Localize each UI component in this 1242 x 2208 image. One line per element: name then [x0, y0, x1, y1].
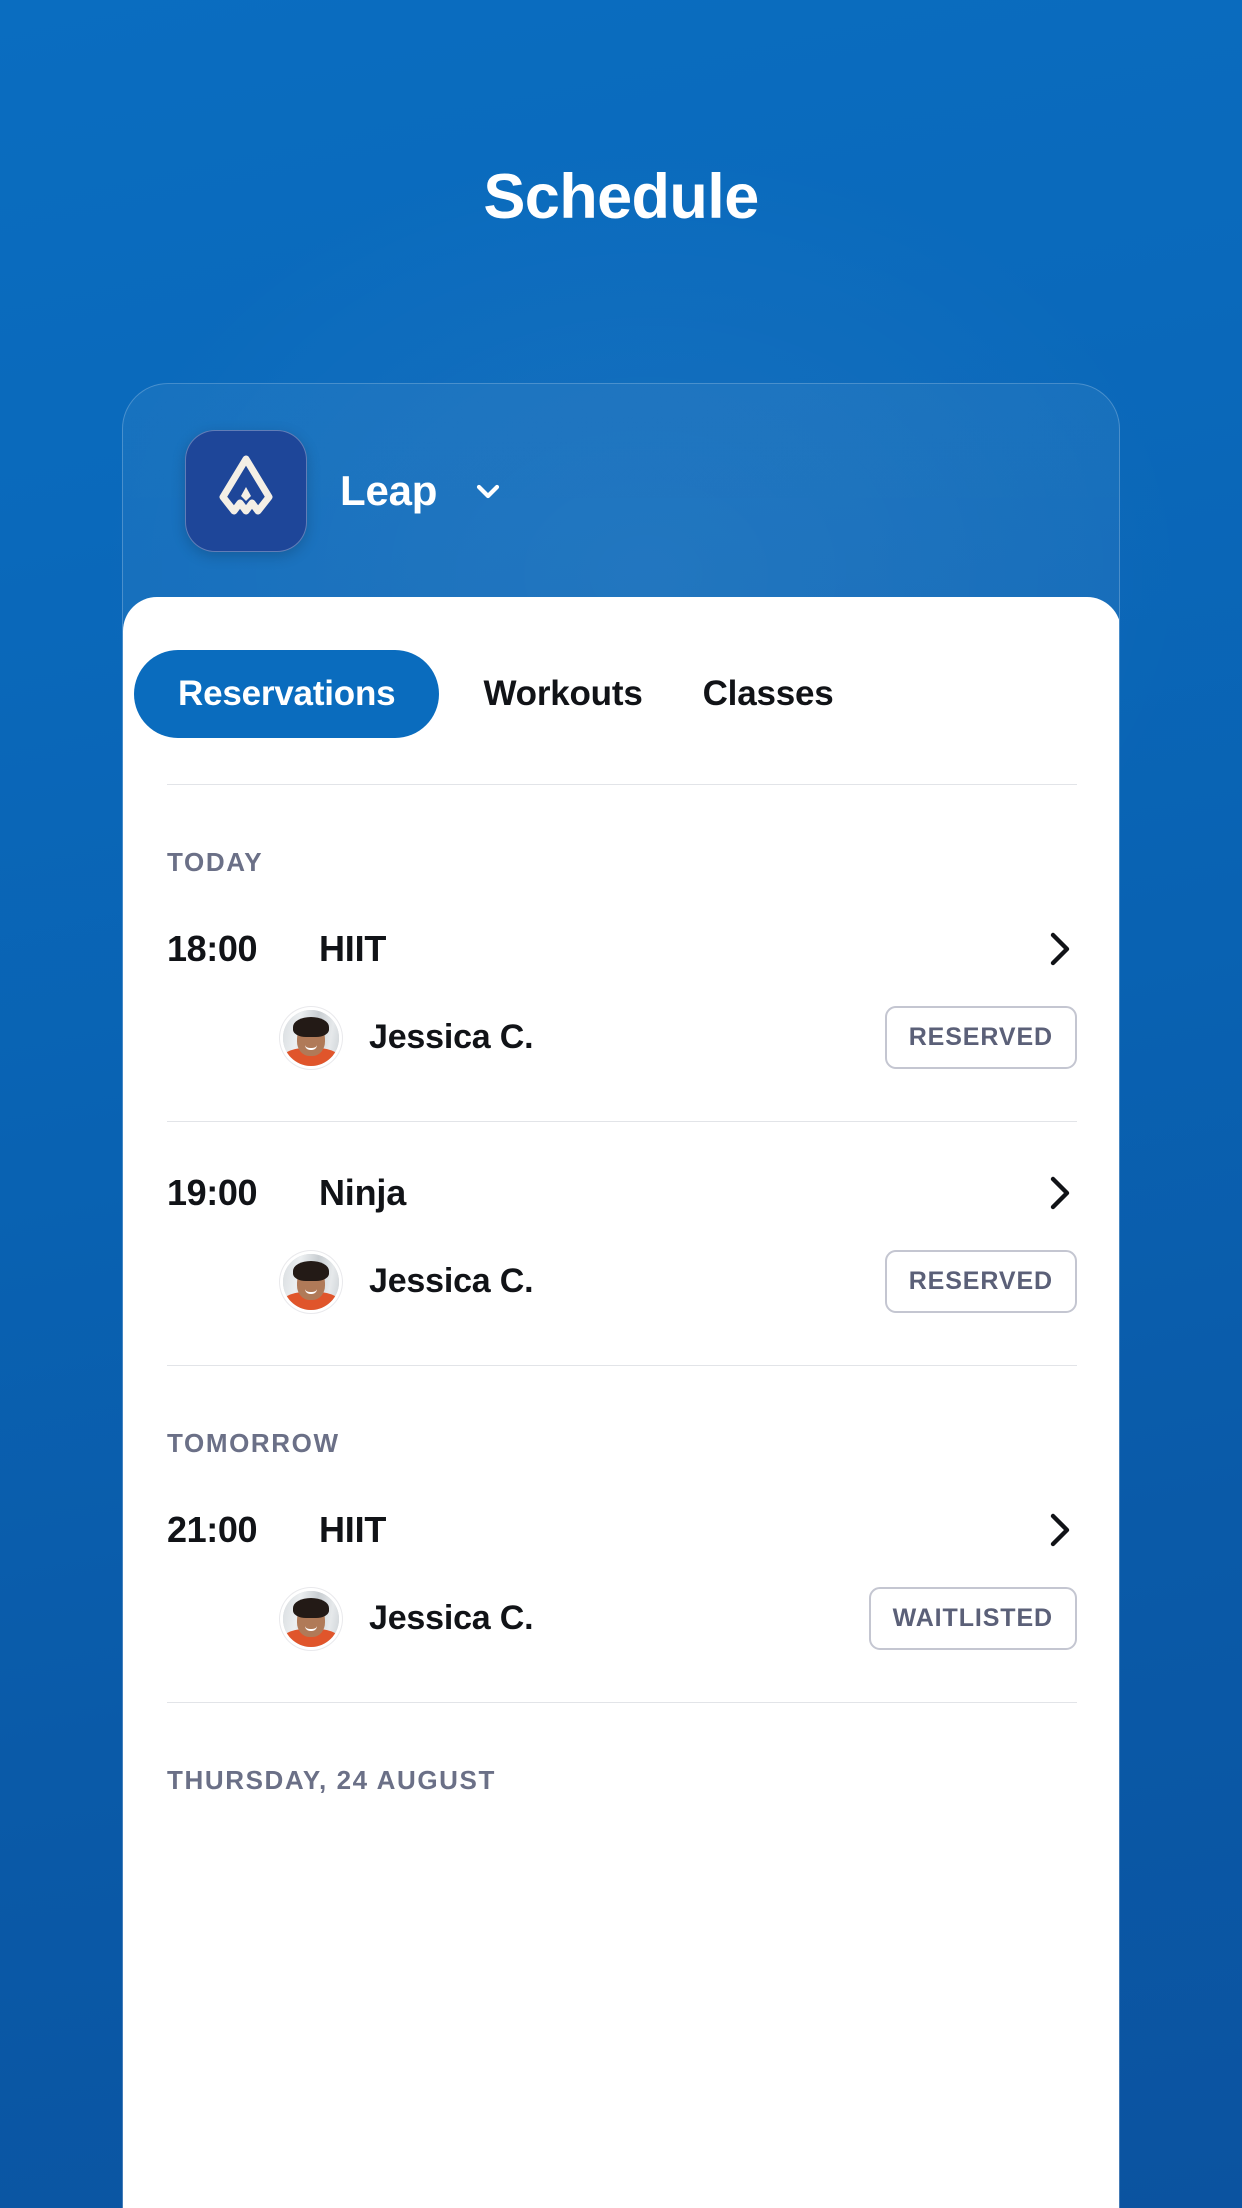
class-time: 21:00 — [167, 1509, 258, 1550]
chevron-right-icon[interactable] — [1043, 929, 1077, 969]
attendee-row[interactable]: Jessica C. RESERVED — [123, 1214, 1119, 1313]
class-row[interactable]: 19:00 Ninja — [123, 1122, 1119, 1214]
page-title: Schedule — [483, 162, 759, 232]
day-group-label: TOMORROW — [167, 1428, 340, 1458]
chevron-down-icon[interactable] — [471, 474, 505, 508]
class-row[interactable]: 18:00 HIIT — [123, 878, 1119, 970]
attendee-name: Jessica C. — [369, 1262, 534, 1300]
class-name: HIIT — [319, 1509, 387, 1550]
class-name: Ninja — [319, 1172, 407, 1213]
tab-workouts[interactable]: Workouts — [483, 652, 642, 736]
status-badge[interactable]: RESERVED — [884, 1250, 1077, 1313]
schedule-sheet: Reservations Workouts Classes TODAY 18:0… — [123, 597, 1119, 2208]
chevron-right-icon[interactable] — [1043, 1510, 1077, 1550]
tab-reservations[interactable]: Reservations — [134, 650, 440, 738]
tab-classes[interactable]: Classes — [703, 652, 834, 736]
leap-mountain-logo-icon — [185, 429, 307, 552]
org-name: Leap — [340, 466, 438, 514]
day-group-label: TODAY — [167, 847, 264, 877]
org-selector[interactable]: Leap — [123, 384, 1119, 597]
chevron-right-icon[interactable] — [1043, 1173, 1077, 1213]
attendee-name: Jessica C. — [369, 1599, 534, 1637]
class-time: 18:00 — [167, 928, 258, 969]
class-name: HIIT — [319, 928, 387, 969]
status-badge[interactable]: RESERVED — [884, 1006, 1077, 1069]
attendee-row[interactable]: Jessica C. RESERVED — [123, 970, 1119, 1069]
user-avatar-photo — [283, 1590, 339, 1647]
status-badge[interactable]: WAITLISTED — [868, 1587, 1077, 1650]
user-avatar-photo — [283, 1253, 339, 1310]
schedule-tabs: Reservations Workouts Classes — [123, 597, 1119, 738]
class-row[interactable]: 21:00 HIIT — [123, 1459, 1119, 1551]
attendee-row[interactable]: Jessica C. WAITLISTED — [123, 1551, 1119, 1650]
app-preview-frame: Leap Reservations Workouts Classes TODAY… — [122, 383, 1120, 2208]
class-time: 19:00 — [167, 1172, 258, 1213]
attendee-name: Jessica C. — [369, 1018, 534, 1056]
day-group-label: THURSDAY, 24 AUGUST — [167, 1765, 496, 1795]
user-avatar-photo — [283, 1009, 339, 1066]
